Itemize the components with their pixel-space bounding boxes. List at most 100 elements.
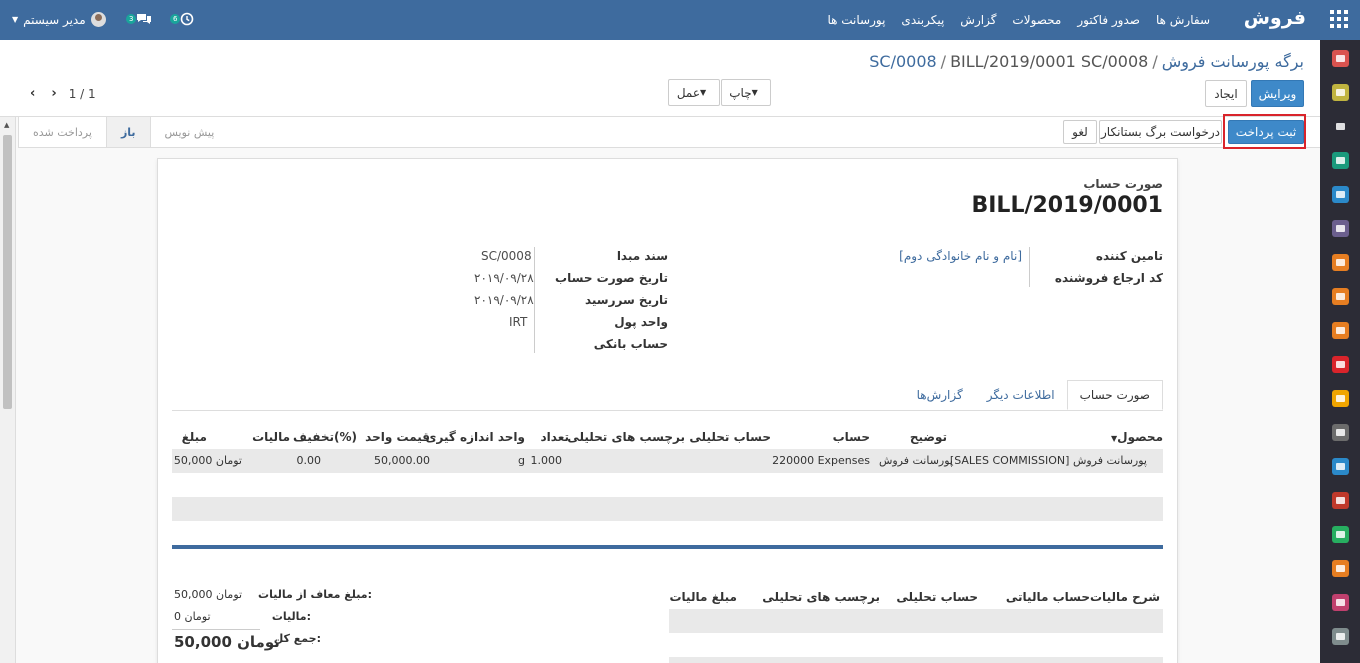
top-navbar: فروش سفارش ها صدور فاکتور محصولات گزارش … <box>0 0 1360 40</box>
total-value: 50,000 تومان <box>174 633 280 651</box>
pager: ‹ › 1 / 1 <box>22 80 96 107</box>
project-icon[interactable] <box>1332 152 1349 169</box>
refund-button[interactable]: درخواست برگ بستانکار <box>1099 120 1222 144</box>
action-label: عمل <box>676 85 701 100</box>
scroll-thumb[interactable] <box>3 135 12 409</box>
col-unit-price[interactable]: قیمت واحد <box>365 430 430 444</box>
total-divider <box>172 629 260 630</box>
action-dropdown[interactable]: عمل ▼ <box>668 79 720 106</box>
cell-quantity: 1.000 <box>530 454 563 467</box>
breadcrumb-current: BILL/2019/0001 SC/0008 <box>950 52 1149 71</box>
apps-grid-icon[interactable] <box>1330 10 1348 28</box>
tax-table-row <box>669 609 1163 633</box>
bank-account-label: حساب بانکی <box>593 337 668 351</box>
invoicing-icon[interactable] <box>1332 322 1349 339</box>
cell-uom: g <box>518 454 525 467</box>
edit-button[interactable]: ویرایش <box>1251 80 1304 107</box>
chevron-left-icon[interactable]: ‹ <box>30 86 35 101</box>
col-amount[interactable]: مبلغ <box>182 430 207 444</box>
tools-icon[interactable] <box>1332 526 1349 543</box>
documents-folder-icon[interactable] <box>1332 356 1349 373</box>
print-dropdown[interactable]: چاپ ▼ <box>721 79 771 106</box>
menu-invoicing[interactable]: صدور فاکتور <box>1077 13 1140 27</box>
employees-icon[interactable] <box>1332 594 1349 611</box>
col-tax-account[interactable]: حساب مالیاتی <box>1006 590 1090 604</box>
table-footer <box>172 497 1163 521</box>
crm-handshake-icon[interactable] <box>1332 220 1349 237</box>
menu-configuration[interactable]: پیکربندی <box>901 13 944 27</box>
cell-amount: 50,000 تومان <box>173 454 242 467</box>
col-discount[interactable]: تخفیف(%) <box>293 430 357 444</box>
messages-menu[interactable]: 3 <box>126 12 152 25</box>
breadcrumb-root[interactable]: برگه پورسانت فروش <box>1162 52 1304 71</box>
breadcrumb-sep: / <box>1152 52 1158 71</box>
due-date-label: تاریخ سررسید <box>584 293 668 307</box>
breadcrumb-parent[interactable]: SC/0008 <box>869 52 936 71</box>
total-label: جمع کل: <box>273 632 321 645</box>
col-account[interactable]: حساب <box>833 430 870 444</box>
chevron-right-icon[interactable]: › <box>51 86 56 101</box>
menu-commissions[interactable]: پورسانت ها <box>827 13 885 27</box>
tab-other-info[interactable]: اطلاعات دیگر <box>975 380 1067 410</box>
cell-product: [SALES COMMISSION] پورسانت فروش <box>949 454 1147 467</box>
menu-reporting[interactable]: گزارش <box>960 13 996 27</box>
user-name: مدیر سیستم <box>23 12 86 27</box>
tax-table-footer <box>669 657 1163 663</box>
vendor-field[interactable]: [نام و نام خانوادگی دوم] <box>899 249 1022 263</box>
caret-down-icon: ▼ <box>751 88 758 97</box>
notebook-tabs: صورت حساب اطلاعات دیگر گزارش‌ها <box>905 380 1163 410</box>
user-menu[interactable]: ▼ مدیر سیستم <box>12 12 106 27</box>
col-uom[interactable]: واحد اندازه گیری <box>425 430 525 444</box>
clock-icon <box>181 12 194 26</box>
col-tax-description[interactable]: شرح مالیات <box>1090 590 1160 604</box>
app-brand[interactable]: فروش <box>1244 7 1306 29</box>
due-date-value: ۲۰۱۹/۰۹/۲۸ <box>474 293 534 307</box>
status-open[interactable]: باز <box>105 117 150 147</box>
col-tax-amount[interactable]: مبلغ مالیات <box>669 590 737 604</box>
status-draft[interactable]: پیش نویس <box>149 117 229 147</box>
col-taxes[interactable]: مالیات <box>252 430 290 444</box>
tab-logs[interactable]: گزارش‌ها <box>905 380 975 410</box>
create-button[interactable]: ایجاد <box>1205 80 1247 107</box>
col-quantity[interactable]: تعداد <box>541 430 569 444</box>
tab-invoice[interactable]: صورت حساب <box>1066 380 1163 410</box>
col-tax-analytic-account[interactable]: حساب تحلیلی <box>896 590 978 604</box>
sales-chart-icon[interactable] <box>1332 254 1349 271</box>
currency-value: IRT <box>509 315 528 329</box>
col-product-label: محصول <box>1117 430 1163 444</box>
pager-value[interactable]: 1 / 1 <box>69 87 96 101</box>
field-divider <box>1029 247 1030 287</box>
inventory-icon[interactable] <box>1332 424 1349 441</box>
website-globe-icon[interactable] <box>1332 288 1349 305</box>
table-row[interactable]: [SALES COMMISSION] پورسانت فروش پورسانت … <box>172 449 1163 473</box>
col-analytic-account[interactable]: حساب تحلیلی <box>689 430 771 444</box>
payment-card-icon[interactable] <box>1332 458 1349 475</box>
untaxed-value: 50,000 تومان <box>174 588 243 601</box>
breadcrumb-sep: / <box>940 52 947 71</box>
col-description[interactable]: توضیح <box>910 430 947 444</box>
calendar-icon[interactable] <box>1332 84 1349 101</box>
settings-gear-icon[interactable] <box>1332 186 1349 203</box>
cancel-button[interactable]: لغو <box>1063 120 1097 144</box>
notes-icon[interactable] <box>1332 118 1349 135</box>
avatar <box>90 12 106 27</box>
vertical-scrollbar[interactable]: ▲ <box>0 117 16 663</box>
status-paid[interactable]: پرداخت شده <box>18 117 106 147</box>
col-product[interactable]: ▼محصول <box>1107 430 1163 444</box>
menu-orders[interactable]: سفارش ها <box>1156 13 1210 27</box>
activity-menu[interactable]: 6 <box>170 12 194 26</box>
helpdesk-icon[interactable] <box>1332 390 1349 407</box>
report-icon[interactable] <box>1332 560 1349 577</box>
col-analytic-tags[interactable]: برچسب های تحلیلی <box>567 430 685 444</box>
main-menu: سفارش ها صدور فاکتور محصولات گزارش پیکرب… <box>811 0 1210 40</box>
tax-label: مالیات: <box>271 610 311 623</box>
apps-puzzle-icon[interactable] <box>1332 628 1349 645</box>
scroll-up-icon[interactable]: ▲ <box>4 121 9 129</box>
discuss-icon[interactable] <box>1332 50 1349 67</box>
print-label: چاپ <box>729 85 752 100</box>
messages-count-badge: 3 <box>126 13 137 24</box>
lines-table-header: ▼محصول توضیح حساب حساب تحلیلی برچسب های … <box>172 427 1163 449</box>
gift-icon[interactable] <box>1332 492 1349 509</box>
col-tax-analytic-tags[interactable]: برچسب های تحلیلی <box>762 590 880 604</box>
menu-products[interactable]: محصولات <box>1012 13 1061 27</box>
